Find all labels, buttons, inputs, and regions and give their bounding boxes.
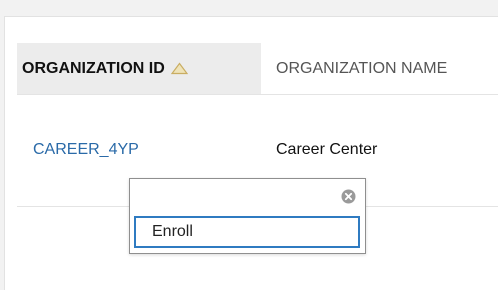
context-menu: Enroll: [129, 178, 366, 254]
column-header-organization-id[interactable]: ORGANIZATION ID: [17, 43, 261, 94]
table-header-row: ORGANIZATION ID ORGANIZATION NAME: [17, 43, 498, 95]
organization-id-link[interactable]: CAREER_4YP: [33, 141, 139, 159]
organization-name-cell: Career Center: [276, 141, 378, 158]
sort-ascending-icon: [170, 62, 188, 75]
close-icon[interactable]: [341, 189, 356, 204]
column-header-organization-name[interactable]: ORGANIZATION NAME: [276, 43, 498, 94]
column-header-label: ORGANIZATION NAME: [276, 59, 448, 77]
column-header-label: ORGANIZATION ID: [22, 59, 165, 77]
enroll-menu-item[interactable]: Enroll: [134, 216, 360, 248]
